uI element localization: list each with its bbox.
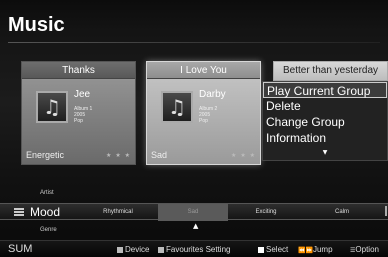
card-title: Thanks xyxy=(22,62,135,79)
music-note-icon: ♫ xyxy=(36,91,68,123)
category-prev-label[interactable]: Artist xyxy=(40,190,54,196)
card-genre: Pop xyxy=(199,118,208,124)
mood-option-sad[interactable]: Sad xyxy=(158,204,228,221)
page-title: Music xyxy=(8,14,65,36)
white-square-icon xyxy=(258,246,264,253)
gray-square-icon xyxy=(117,246,123,253)
hint-option[interactable]: ☰Option xyxy=(350,241,379,257)
hint-option-label: Option xyxy=(355,245,379,254)
rating-stars-icon: ★ ★ ★ xyxy=(231,152,256,159)
hint-select-label: Select xyxy=(266,245,289,254)
menu-item-change-group[interactable]: Change Group xyxy=(263,114,387,130)
mood-option-calm[interactable]: Calm xyxy=(312,204,372,221)
gray-square-icon xyxy=(158,246,164,253)
hint-favourites-label: Favourites Setting xyxy=(166,245,231,254)
music-card-thanks[interactable]: Thanks ♫ Jee Album 1 2005 Pop Energetic … xyxy=(21,61,136,165)
card-artist: Darby xyxy=(199,89,226,100)
source-label: SUM xyxy=(8,243,33,255)
jump-keys-icon: ⏪⏩ xyxy=(298,247,313,254)
header-divider xyxy=(8,42,380,43)
category-bar: Mood Rhythmical Sad Exciting Calm xyxy=(0,203,388,221)
category-next-label[interactable]: Genre xyxy=(40,227,57,233)
bar-end-divider xyxy=(385,206,387,216)
up-arrow-icon: ▲ xyxy=(193,222,199,230)
scroll-down-icon[interactable]: ▼ xyxy=(263,145,387,160)
hint-jump[interactable]: ⏪⏩Jump xyxy=(298,241,333,257)
card-genre: Pop xyxy=(74,118,83,124)
menu-item-play-current-group[interactable]: Play Current Group xyxy=(263,82,387,98)
music-note-icon: ♫ xyxy=(161,91,193,123)
music-card-i-love-you[interactable]: I Love You ♫ Darby Album 2 2005 Pop Sad … xyxy=(146,61,261,165)
hint-device[interactable]: Device xyxy=(117,241,149,257)
hint-jump-label: Jump xyxy=(312,245,333,254)
hint-favourites[interactable]: Favourites Setting xyxy=(158,241,230,257)
card-artist: Jee xyxy=(74,89,91,100)
hint-select[interactable]: Select xyxy=(258,241,288,257)
footer-bar: SUM Device Favourites Setting Select ⏪⏩J… xyxy=(0,240,388,257)
category-current[interactable]: Mood xyxy=(30,204,60,221)
mood-option-exciting[interactable]: Exciting xyxy=(236,204,296,221)
rating-stars-icon: ★ ★ ★ xyxy=(106,152,131,159)
card-title: Better than yesterday xyxy=(282,65,379,76)
card-title: I Love You xyxy=(147,62,260,79)
menu-item-information[interactable]: Information xyxy=(263,130,387,146)
menu-item-delete[interactable]: Delete xyxy=(263,98,387,114)
list-icon xyxy=(14,208,24,216)
hint-device-label: Device xyxy=(125,245,150,254)
music-card-better-than-yesterday[interactable]: Better than yesterday xyxy=(273,61,388,81)
context-menu: Play Current Group Delete Change Group I… xyxy=(262,81,388,161)
mood-option-rhythmical[interactable]: Rhythmical xyxy=(88,204,148,221)
